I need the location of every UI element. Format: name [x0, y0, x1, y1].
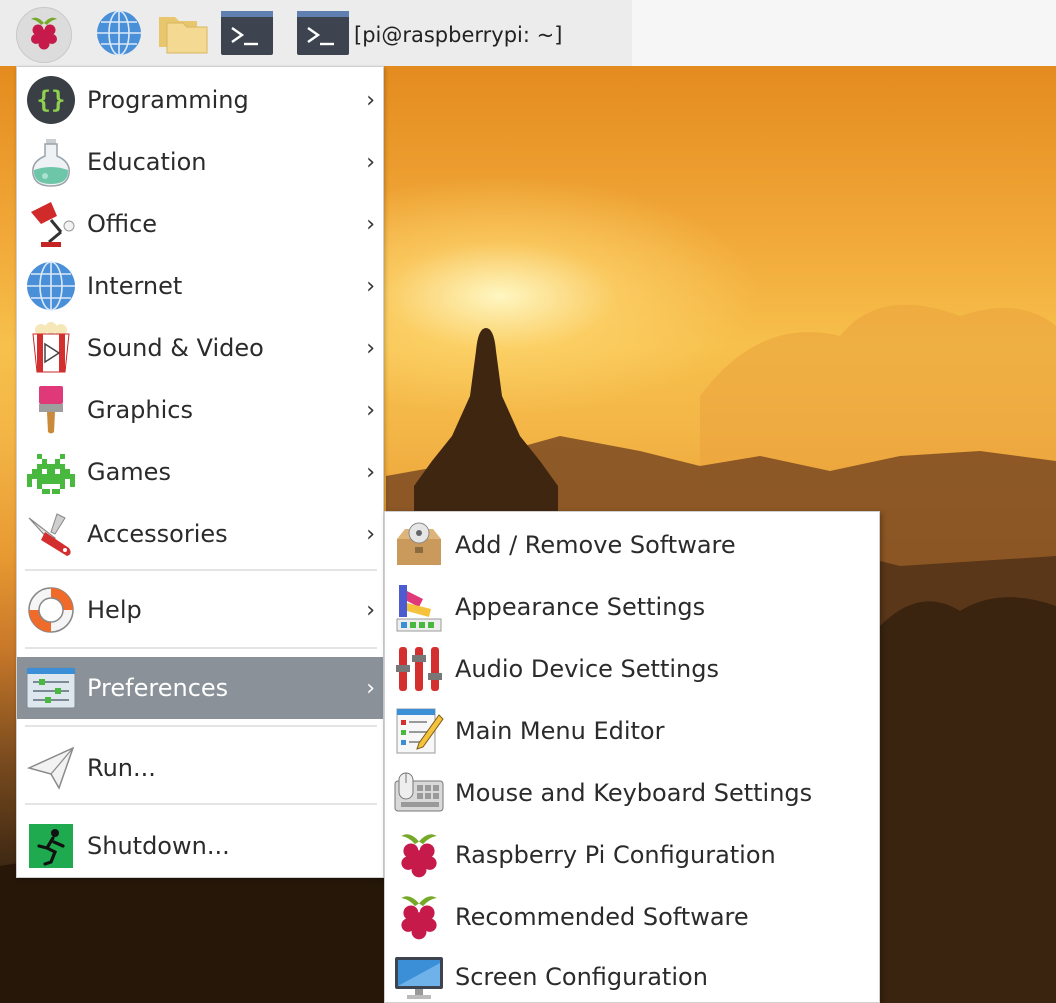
menu-item-sound-video[interactable]: Sound & Video › — [17, 317, 383, 379]
menu-item-accessories[interactable]: Accessories › — [17, 503, 383, 565]
menu-item-run[interactable]: Run... — [17, 737, 383, 799]
menu-item-preferences[interactable]: Preferences › — [17, 657, 383, 719]
menu-item-label: Help — [87, 596, 142, 624]
menu-item-label: Shutdown... — [87, 832, 230, 860]
pocket-knife-icon — [23, 506, 79, 562]
space-invader-icon — [23, 444, 79, 500]
menu-item-label: Accessories — [87, 520, 228, 548]
submenu-item-mouse-keyboard-settings[interactable]: Mouse and Keyboard Settings — [385, 762, 879, 824]
submenu-item-main-menu-editor[interactable]: Main Menu Editor — [385, 700, 879, 762]
menu-separator — [25, 569, 377, 571]
submenu-item-audio-device-settings[interactable]: Audio Device Settings — [385, 638, 879, 700]
exit-icon — [23, 818, 79, 874]
submenu-arrow-icon: › — [366, 87, 375, 113]
file-manager-launcher[interactable] — [158, 10, 208, 60]
submenu-arrow-icon: › — [366, 459, 375, 485]
globe-icon — [23, 258, 79, 314]
package-icon — [391, 517, 447, 573]
menu-item-label: Graphics — [87, 396, 193, 424]
monitor-icon — [391, 949, 447, 1003]
menu-item-education[interactable]: Education › — [17, 131, 383, 193]
submenu-arrow-icon: › — [366, 597, 375, 623]
submenu-item-raspberry-pi-configuration[interactable]: Raspberry Pi Configuration — [385, 824, 879, 886]
terminal-launcher[interactable] — [220, 10, 274, 60]
globe-icon — [95, 9, 143, 61]
braces-icon: {} — [23, 72, 79, 128]
web-browser-launcher[interactable] — [94, 10, 144, 60]
paper-plane-icon — [23, 740, 79, 796]
submenu-item-label: Add / Remove Software — [455, 531, 736, 559]
menu-separator — [25, 647, 377, 649]
menu-item-label: Programming — [87, 86, 249, 114]
top-panel-empty-area — [632, 0, 1056, 66]
applications-menu: {} Programming › Education › Office › In… — [16, 66, 384, 878]
applications-menu-button[interactable] — [16, 7, 72, 63]
mouse-keyboard-icon — [391, 765, 447, 821]
menu-item-label: Office — [87, 210, 158, 238]
submenu-item-add-remove-software[interactable]: Add / Remove Software — [385, 514, 879, 576]
menu-item-label: Run... — [87, 754, 156, 782]
submenu-arrow-icon: › — [366, 335, 375, 361]
preferences-submenu: Add / Remove Software Appearance Setting… — [384, 511, 880, 1003]
submenu-arrow-icon: › — [366, 521, 375, 547]
menu-item-label: Games — [87, 458, 171, 486]
submenu-item-recommended-software[interactable]: Recommended Software — [385, 886, 879, 948]
lifebuoy-icon — [23, 582, 79, 638]
taskbar-window-terminal[interactable]: [pi@raspberrypi: ~] — [296, 10, 626, 60]
submenu-arrow-icon: › — [366, 675, 375, 701]
submenu-item-label: Screen Configuration — [455, 963, 708, 991]
submenu-item-label: Raspberry Pi Configuration — [455, 841, 776, 869]
settings-sliders-icon — [23, 660, 79, 716]
submenu-item-label: Recommended Software — [455, 903, 749, 931]
menu-item-internet[interactable]: Internet › — [17, 255, 383, 317]
menu-item-shutdown[interactable]: Shutdown... — [17, 815, 383, 877]
menu-item-label: Sound & Video — [87, 334, 264, 362]
menu-item-office[interactable]: Office › — [17, 193, 383, 255]
submenu-arrow-icon: › — [366, 273, 375, 299]
submenu-item-label: Appearance Settings — [455, 593, 706, 621]
menu-separator — [25, 725, 377, 727]
submenu-arrow-icon: › — [366, 149, 375, 175]
menu-item-graphics[interactable]: Graphics › — [17, 379, 383, 441]
raspberry-icon — [27, 14, 61, 56]
svg-text:{}: {} — [37, 86, 66, 114]
menu-item-label: Preferences — [87, 674, 229, 702]
taskbar-window-title: [pi@raspberrypi: ~] — [354, 23, 563, 47]
submenu-item-label: Audio Device Settings — [455, 655, 719, 683]
raspberry-icon — [391, 889, 447, 945]
menu-item-help[interactable]: Help › — [17, 579, 383, 641]
audio-sliders-icon — [391, 641, 447, 697]
raspberry-icon — [391, 827, 447, 883]
submenu-item-appearance-settings[interactable]: Appearance Settings — [385, 576, 879, 638]
flask-icon — [23, 134, 79, 190]
menu-separator — [25, 803, 377, 805]
terminal-icon — [220, 10, 274, 60]
lamp-icon — [23, 196, 79, 252]
submenu-arrow-icon: › — [366, 397, 375, 423]
submenu-item-screen-configuration[interactable]: Screen Configuration — [385, 946, 879, 1003]
popcorn-icon — [23, 320, 79, 376]
terminal-icon — [296, 10, 350, 60]
submenu-item-label: Main Menu Editor — [455, 717, 665, 745]
paintbrush-icon — [23, 382, 79, 438]
palette-icon — [391, 579, 447, 635]
menu-item-label: Internet — [87, 272, 183, 300]
menu-item-games[interactable]: Games › — [17, 441, 383, 503]
menu-item-label: Education — [87, 148, 207, 176]
submenu-item-label: Mouse and Keyboard Settings — [455, 779, 813, 807]
submenu-arrow-icon: › — [366, 211, 375, 237]
folder-icon — [157, 11, 209, 59]
menu-item-programming[interactable]: {} Programming › — [17, 69, 383, 131]
menu-editor-icon — [391, 703, 447, 759]
